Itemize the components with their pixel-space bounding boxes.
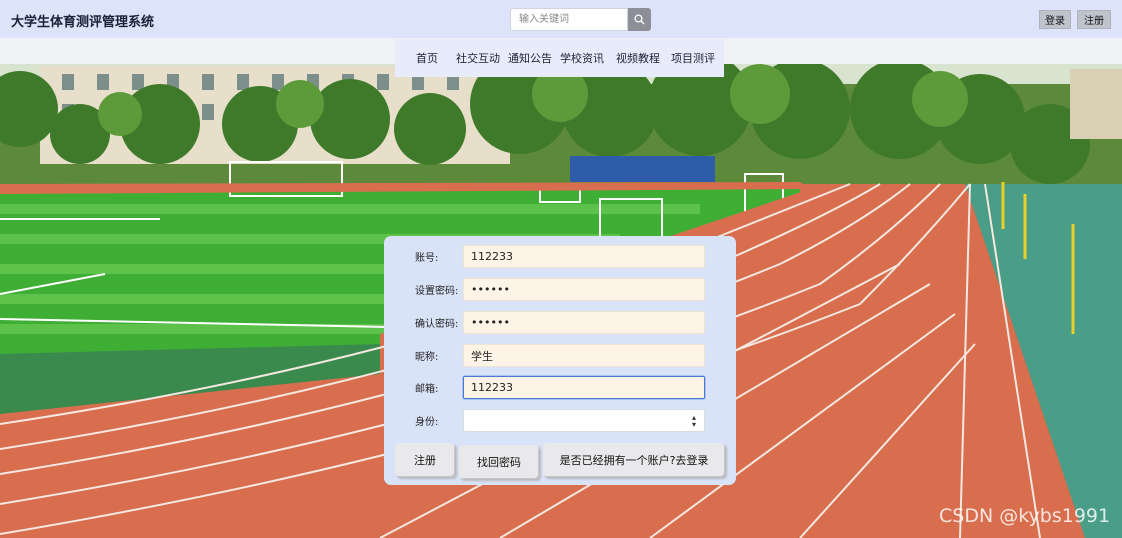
login-button[interactable]: 登录 xyxy=(1039,10,1071,29)
select-arrows-icon: ▴ ▾ xyxy=(691,413,696,429)
account-input[interactable]: 112233 xyxy=(463,245,705,268)
register-form: 账号: 112233 设置密码: •••••• 确认密码: •••••• 昵称:… xyxy=(384,236,736,485)
confirm-password-label: 确认密码: xyxy=(415,319,459,330)
email-input[interactable]: 112233 xyxy=(463,376,705,399)
nav-item-social[interactable]: 社交互动 xyxy=(449,50,507,66)
search-button[interactable] xyxy=(628,8,651,31)
nav-item-evaluation[interactable]: 项目测评 xyxy=(665,50,721,66)
password-label: 设置密码: xyxy=(415,286,459,297)
email-row: 邮箱: 112233 xyxy=(384,376,736,400)
confirm-password-input[interactable]: •••••• xyxy=(463,311,705,334)
site-title: 大学生体育测评管理系统 xyxy=(11,15,155,30)
register-button[interactable]: 注册 xyxy=(1077,10,1111,29)
identity-row: 身份: ▴ ▾ xyxy=(384,409,736,433)
register-submit-button[interactable]: 注册 xyxy=(395,443,455,477)
search-icon xyxy=(634,14,645,25)
nav-item-video[interactable]: 视频教程 xyxy=(611,50,665,66)
nickname-row: 昵称: 学生 xyxy=(384,344,736,368)
recover-password-button[interactable]: 找回密码 xyxy=(459,445,539,479)
identity-select[interactable]: ▴ ▾ xyxy=(463,409,705,432)
search-box xyxy=(510,8,651,31)
go-login-button[interactable]: 是否已经拥有一个账户?去登录 xyxy=(543,443,725,477)
main-nav: 首页 社交互动 通知公告 学校资讯 视频教程 项目测评 xyxy=(395,39,724,77)
nav-item-home[interactable]: 首页 xyxy=(405,50,449,66)
nickname-input[interactable]: 学生 xyxy=(463,344,705,367)
account-row: 账号: 112233 xyxy=(384,245,736,269)
password-row: 设置密码: •••••• xyxy=(384,278,736,302)
nickname-label: 昵称: xyxy=(415,352,439,363)
confirm-password-row: 确认密码: •••••• xyxy=(384,311,736,335)
email-label: 邮箱: xyxy=(415,384,439,395)
top-header: 大学生体育测评管理系统 登录 注册 xyxy=(0,0,1122,38)
nav-item-notice[interactable]: 通知公告 xyxy=(507,50,553,66)
identity-label: 身份: xyxy=(415,417,439,428)
watermark: CSDN @kybs1991 xyxy=(939,505,1111,527)
account-label: 账号: xyxy=(415,253,439,264)
password-input[interactable]: •••••• xyxy=(463,278,705,301)
search-input[interactable] xyxy=(510,8,628,31)
nav-item-news[interactable]: 学校资讯 xyxy=(553,50,611,66)
